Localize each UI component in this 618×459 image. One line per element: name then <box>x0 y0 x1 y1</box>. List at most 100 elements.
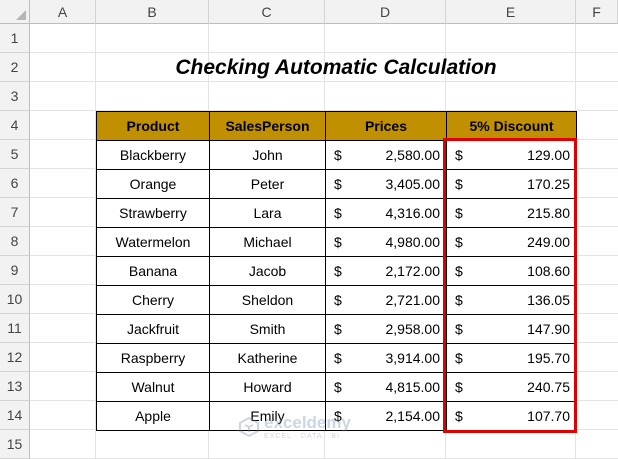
cell-discount[interactable]: $108.60 <box>446 256 577 286</box>
cell-discount[interactable]: $215.80 <box>446 198 577 228</box>
cell-product[interactable]: Watermelon <box>96 227 210 257</box>
row-header-14[interactable]: 14 <box>0 401 30 430</box>
currency-symbol: $ <box>334 263 342 279</box>
row-header-4[interactable]: 4 <box>0 111 30 140</box>
column-header-d[interactable]: D <box>325 0 446 24</box>
cell-discount[interactable]: $147.90 <box>446 314 577 344</box>
row-header-7[interactable]: 7 <box>0 198 30 227</box>
cell-price[interactable]: $2,721.00 <box>325 285 447 315</box>
row-header-1[interactable]: 1 <box>0 24 30 53</box>
row-header-12[interactable]: 12 <box>0 343 30 372</box>
price-value: 2,721.00 <box>385 292 441 308</box>
cell-discount[interactable]: $240.75 <box>446 372 577 402</box>
currency-symbol: $ <box>334 321 342 337</box>
currency-symbol: $ <box>334 205 342 221</box>
cell-product[interactable]: Cherry <box>96 285 210 315</box>
column-header-a[interactable]: A <box>30 0 96 24</box>
select-all-corner[interactable] <box>0 0 30 24</box>
cell-salesperson[interactable]: John <box>209 140 326 170</box>
cell-price[interactable]: $2,958.00 <box>325 314 447 344</box>
cell-salesperson[interactable]: Howard <box>209 372 326 402</box>
discount-value: 240.75 <box>527 379 570 395</box>
sheet-title[interactable]: Checking Automatic Calculation <box>96 53 576 82</box>
row-header-10[interactable]: 10 <box>0 285 30 314</box>
cell-salesperson[interactable]: Peter <box>209 169 326 199</box>
cell-price[interactable]: $2,580.00 <box>325 140 447 170</box>
row-header-13[interactable]: 13 <box>0 372 30 401</box>
header-salesperson[interactable]: SalesPerson <box>209 111 326 141</box>
cell-product[interactable]: Blackberry <box>96 140 210 170</box>
currency-symbol: $ <box>455 263 463 279</box>
spreadsheet: ABCDEF 1 2 3 4 5 6 7 8 9 10 11 12 13 14 15 Checking Au… <box>0 0 618 459</box>
cell-price[interactable]: $4,815.00 <box>325 372 447 402</box>
discount-value: 195.70 <box>527 350 570 366</box>
cell-product[interactable]: Jackfruit <box>96 314 210 344</box>
column-header-f[interactable]: F <box>576 0 618 24</box>
column-header-b[interactable]: B <box>96 0 209 24</box>
price-value: 4,980.00 <box>385 234 441 250</box>
price-value: 3,914.00 <box>385 350 441 366</box>
cell-salesperson[interactable]: Jacob <box>209 256 326 286</box>
currency-symbol: $ <box>334 350 342 366</box>
header-product[interactable]: Product <box>96 111 210 141</box>
currency-symbol: $ <box>334 234 342 250</box>
price-value: 4,815.00 <box>385 379 441 395</box>
price-value: 2,958.00 <box>385 321 441 337</box>
currency-symbol: $ <box>455 176 463 192</box>
discount-value: 170.25 <box>527 176 570 192</box>
cell-product[interactable]: Banana <box>96 256 210 286</box>
cell-product[interactable]: Raspberry <box>96 343 210 373</box>
cell-price[interactable]: $3,914.00 <box>325 343 447 373</box>
cell-product[interactable]: Walnut <box>96 372 210 402</box>
discount-value: 136.05 <box>527 292 570 308</box>
currency-symbol: $ <box>455 205 463 221</box>
currency-symbol: $ <box>455 292 463 308</box>
column-header-e[interactable]: E <box>446 0 576 24</box>
cell-salesperson[interactable]: Sheldon <box>209 285 326 315</box>
cell-discount[interactable]: $170.25 <box>446 169 577 199</box>
cell-discount[interactable]: $195.70 <box>446 343 577 373</box>
row-header-2[interactable]: 2 <box>0 53 30 82</box>
currency-symbol: $ <box>455 147 463 163</box>
cell-price[interactable]: $3,405.00 <box>325 169 447 199</box>
discount-value: 107.70 <box>527 408 570 424</box>
cell-product[interactable]: Orange <box>96 169 210 199</box>
row-header-9[interactable]: 9 <box>0 256 30 285</box>
column-header-c[interactable]: C <box>209 0 325 24</box>
row-header-8[interactable]: 8 <box>0 227 30 256</box>
cell-salesperson[interactable]: Katherine <box>209 343 326 373</box>
watermark-name: exceldemy <box>264 413 351 432</box>
row-header-15[interactable]: 15 <box>0 430 30 459</box>
currency-symbol: $ <box>455 321 463 337</box>
row-header-6[interactable]: 6 <box>0 169 30 198</box>
cell-salesperson[interactable]: Smith <box>209 314 326 344</box>
cell-product[interactable]: Apple <box>96 401 210 431</box>
cell-salesperson[interactable]: Lara <box>209 198 326 228</box>
cell-price[interactable]: $4,980.00 <box>325 227 447 257</box>
currency-symbol: $ <box>334 292 342 308</box>
cell-salesperson[interactable]: Michael <box>209 227 326 257</box>
price-value: 4,316.00 <box>385 205 441 221</box>
currency-symbol: $ <box>455 408 463 424</box>
discount-value: 249.00 <box>527 234 570 250</box>
row-header-11[interactable]: 11 <box>0 314 30 343</box>
cell-discount[interactable]: $249.00 <box>446 227 577 257</box>
currency-symbol: $ <box>455 379 463 395</box>
currency-symbol: $ <box>455 234 463 250</box>
exceldemy-watermark: exceldemy EXCEL · DATA · BI <box>238 410 388 444</box>
cell-price[interactable]: $2,172.00 <box>325 256 447 286</box>
exceldemy-logo-icon <box>239 416 259 438</box>
watermark-tagline: EXCEL · DATA · BI <box>264 433 340 440</box>
price-value: 2,172.00 <box>385 263 441 279</box>
header-discount[interactable]: 5% Discount <box>446 111 577 141</box>
price-value: 2,580.00 <box>385 147 441 163</box>
cell-discount[interactable]: $107.70 <box>446 401 577 431</box>
header-prices[interactable]: Prices <box>325 111 447 141</box>
cell-price[interactable]: $4,316.00 <box>325 198 447 228</box>
row-header-5[interactable]: 5 <box>0 140 30 169</box>
row-header-3[interactable]: 3 <box>0 82 30 111</box>
discount-value: 108.60 <box>527 263 570 279</box>
cell-discount[interactable]: $129.00 <box>446 140 577 170</box>
cell-product[interactable]: Strawberry <box>96 198 210 228</box>
cell-discount[interactable]: $136.05 <box>446 285 577 315</box>
